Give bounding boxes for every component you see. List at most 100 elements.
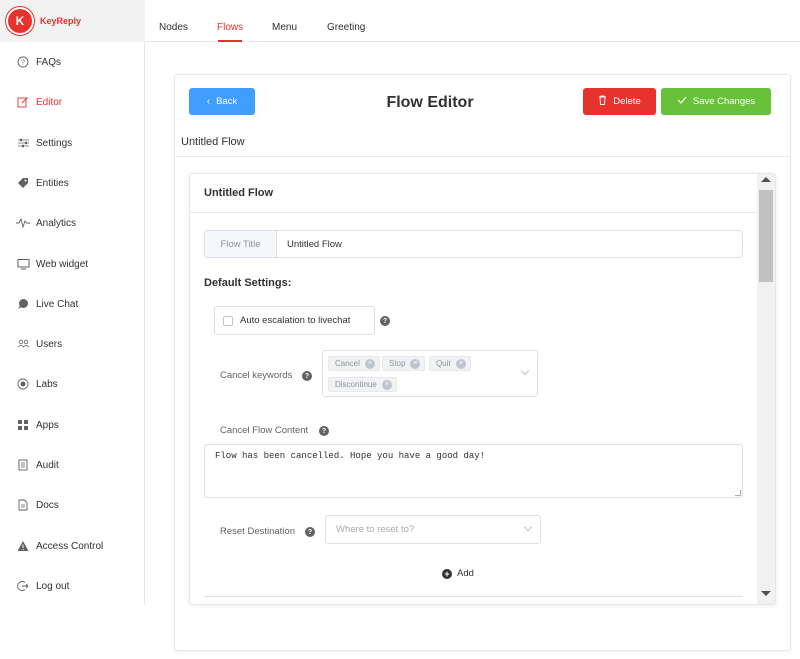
keyword-tag-label: Quit: [436, 359, 451, 368]
keyword-tag-label: Stop: [389, 359, 406, 368]
warning-icon: [16, 539, 30, 553]
keyword-tag: Cancel ×: [328, 356, 380, 371]
cancel-keywords-label: Cancel keywords: [220, 370, 293, 381]
chat-bubble-icon: [16, 297, 30, 311]
sidebar-item-faqs[interactable]: ? FAQs: [0, 47, 145, 77]
add-button[interactable]: + Add: [442, 568, 474, 579]
monitor-icon: [16, 257, 30, 271]
back-button-label: Back: [216, 96, 238, 107]
brand-name: KeyReply: [40, 16, 82, 26]
resize-handle-icon[interactable]: [735, 490, 741, 496]
auto-escalation-checkbox[interactable]: Auto escalation to livechat: [214, 306, 375, 335]
sidebar-item-label: FAQs: [36, 56, 62, 68]
save-changes-button-label: Save Changes: [692, 96, 756, 107]
close-icon[interactable]: ×: [410, 358, 421, 369]
tab-nodes[interactable]: Nodes: [159, 22, 188, 33]
divider: [190, 212, 757, 213]
sidebar-item-web-widget[interactable]: Web widget: [0, 249, 145, 279]
checkbox-square[interactable]: [223, 315, 233, 326]
divider: [204, 596, 743, 597]
sidebar: K KeyReply ? FAQs Editor Settings Entiti…: [0, 0, 145, 605]
tab-flows[interactable]: Flows: [217, 22, 243, 33]
divider: [174, 156, 791, 157]
flow-title-label: Flow Title: [205, 231, 277, 257]
sidebar-item-analytics[interactable]: Analytics: [0, 208, 145, 238]
sidebar-item-settings[interactable]: Settings: [0, 128, 145, 158]
sidebar-item-label: Access Control: [36, 540, 104, 552]
sidebar-item-label: Log out: [36, 580, 70, 592]
flow-title-input[interactable]: [277, 231, 742, 257]
tab-menu[interactable]: Menu: [272, 22, 297, 33]
back-button[interactable]: ‹ Back: [189, 88, 255, 115]
sidebar-item-label: Analytics: [36, 217, 77, 229]
sidebar-item-labs[interactable]: Labs: [0, 369, 145, 399]
page-title: Flow Editor: [386, 94, 474, 111]
keyword-tag: Stop ×: [382, 356, 426, 371]
plus-circle-icon: +: [442, 568, 452, 579]
sidebar-item-label: Live Chat: [36, 298, 79, 310]
grid-icon: [16, 418, 30, 432]
sidebar-item-live-chat[interactable]: Live Chat: [0, 289, 145, 319]
close-icon[interactable]: ×: [364, 358, 375, 369]
tab-greeting[interactable]: Greeting: [327, 22, 365, 33]
default-settings-heading: Default Settings:: [204, 277, 292, 289]
sidebar-item-apps[interactable]: Apps: [0, 410, 145, 440]
reset-destination-label: Reset Destination: [220, 526, 295, 537]
active-tab-indicator: [218, 40, 242, 42]
cancel-flow-content-label: Cancel Flow Content: [220, 425, 309, 436]
close-icon[interactable]: ×: [455, 358, 466, 369]
sidebar-item-label: Editor: [36, 96, 63, 108]
scrollbar-thumb[interactable]: [759, 190, 773, 282]
check-icon: [677, 96, 687, 107]
sidebar-item-label: Audit: [36, 459, 59, 471]
document-list-icon: [16, 458, 30, 472]
scroll-down-arrow-icon[interactable]: [761, 591, 771, 596]
sidebar-item-label: Web widget: [36, 258, 89, 270]
chevron-down-icon: [520, 366, 530, 376]
sliders-icon: [16, 136, 30, 150]
help-icon[interactable]: ?: [380, 316, 390, 326]
close-icon[interactable]: ×: [381, 379, 392, 390]
flow-title-group: Flow Title: [204, 230, 743, 258]
sidebar-item-audit[interactable]: Audit: [0, 450, 145, 480]
save-changes-button[interactable]: Save Changes: [661, 88, 771, 115]
top-tabs: Nodes Flows Menu Greeting: [145, 0, 800, 42]
users-icon: [16, 337, 30, 351]
question-circle-icon: ?: [16, 55, 30, 69]
sidebar-item-label: Users: [36, 338, 63, 350]
cancel-flow-content-textarea[interactable]: Flow has been cancelled. Hope you have a…: [204, 444, 743, 498]
tag-icon: [16, 176, 30, 190]
help-icon[interactable]: ?: [302, 371, 312, 381]
pulse-icon: [16, 216, 30, 230]
record-icon: [16, 377, 30, 391]
reset-destination-input[interactable]: [336, 516, 506, 543]
panel-title: Untitled Flow: [204, 187, 274, 199]
sidebar-item-access-control[interactable]: Access Control: [0, 531, 145, 561]
sidebar-item-docs[interactable]: Docs: [0, 490, 145, 520]
sidebar-item-editor[interactable]: Editor: [0, 87, 145, 117]
brand[interactable]: K KeyReply: [0, 0, 145, 42]
delete-button-label: Delete: [613, 96, 641, 107]
sidebar-item-log-out[interactable]: Log out: [0, 571, 145, 601]
logout-icon: [16, 579, 30, 593]
keyword-tag-label: Cancel: [335, 359, 360, 368]
sidebar-item-label: Docs: [36, 499, 59, 511]
reset-destination-select[interactable]: [325, 515, 541, 544]
edit-icon: [16, 95, 30, 109]
flow-name-heading: Untitled Flow: [181, 136, 245, 148]
svg-text:?: ?: [21, 60, 25, 67]
chevron-down-icon: [523, 522, 533, 532]
sidebar-item-entities[interactable]: Entities: [0, 168, 145, 198]
keyword-tag-label: Discontinue: [335, 380, 377, 389]
sidebar-item-label: Labs: [36, 378, 58, 390]
sidebar-item-label: Settings: [36, 137, 73, 149]
sidebar-item-users[interactable]: Users: [0, 329, 145, 359]
trash-icon: [598, 95, 607, 108]
cancel-keywords-select[interactable]: Cancel × Stop × Quit × Discontinue ×: [322, 350, 538, 397]
chevron-left-icon: ‹: [206, 96, 211, 107]
help-icon[interactable]: ?: [305, 527, 315, 537]
scroll-up-arrow-icon[interactable]: [761, 177, 771, 182]
help-icon[interactable]: ?: [319, 426, 329, 436]
keyword-tag: Discontinue ×: [328, 377, 397, 392]
delete-button[interactable]: Delete: [583, 88, 656, 115]
